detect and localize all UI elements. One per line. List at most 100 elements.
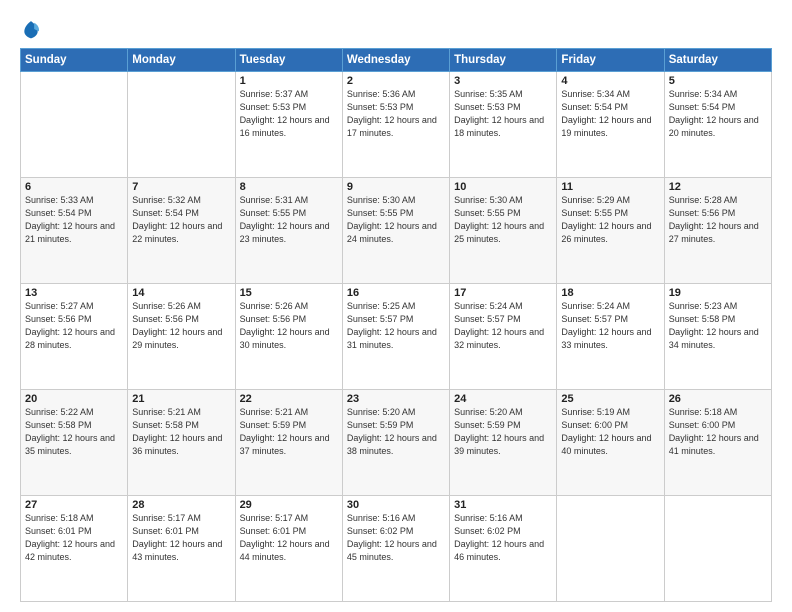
day-info: Sunrise: 5:34 AMSunset: 5:54 PMDaylight:…: [669, 88, 767, 140]
calendar-cell: [664, 496, 771, 602]
calendar-header-row: SundayMondayTuesdayWednesdayThursdayFrid…: [21, 49, 772, 72]
day-info: Sunrise: 5:37 AMSunset: 5:53 PMDaylight:…: [240, 88, 338, 140]
day-info: Sunrise: 5:35 AMSunset: 5:53 PMDaylight:…: [454, 88, 552, 140]
day-info: Sunrise: 5:29 AMSunset: 5:55 PMDaylight:…: [561, 194, 659, 246]
day-number: 6: [25, 181, 123, 193]
calendar-cell: 4Sunrise: 5:34 AMSunset: 5:54 PMDaylight…: [557, 72, 664, 178]
calendar-cell: 6Sunrise: 5:33 AMSunset: 5:54 PMDaylight…: [21, 178, 128, 284]
calendar-cell: 12Sunrise: 5:28 AMSunset: 5:56 PMDayligh…: [664, 178, 771, 284]
day-number: 19: [669, 287, 767, 299]
calendar-cell: 22Sunrise: 5:21 AMSunset: 5:59 PMDayligh…: [235, 390, 342, 496]
calendar-cell: 26Sunrise: 5:18 AMSunset: 6:00 PMDayligh…: [664, 390, 771, 496]
day-info: Sunrise: 5:28 AMSunset: 5:56 PMDaylight:…: [669, 194, 767, 246]
calendar-cell: 17Sunrise: 5:24 AMSunset: 5:57 PMDayligh…: [450, 284, 557, 390]
day-number: 3: [454, 75, 552, 87]
calendar-body: 1Sunrise: 5:37 AMSunset: 5:53 PMDaylight…: [21, 72, 772, 602]
calendar-cell: 23Sunrise: 5:20 AMSunset: 5:59 PMDayligh…: [342, 390, 449, 496]
day-number: 11: [561, 181, 659, 193]
weekday-header-thursday: Thursday: [450, 49, 557, 72]
calendar-cell: 15Sunrise: 5:26 AMSunset: 5:56 PMDayligh…: [235, 284, 342, 390]
weekday-header-sunday: Sunday: [21, 49, 128, 72]
calendar-cell: 1Sunrise: 5:37 AMSunset: 5:53 PMDaylight…: [235, 72, 342, 178]
calendar-cell: 9Sunrise: 5:30 AMSunset: 5:55 PMDaylight…: [342, 178, 449, 284]
day-info: Sunrise: 5:20 AMSunset: 5:59 PMDaylight:…: [454, 406, 552, 458]
logo: [20, 18, 46, 40]
calendar-cell: 28Sunrise: 5:17 AMSunset: 6:01 PMDayligh…: [128, 496, 235, 602]
day-number: 14: [132, 287, 230, 299]
day-number: 31: [454, 499, 552, 511]
day-number: 5: [669, 75, 767, 87]
calendar-cell: 13Sunrise: 5:27 AMSunset: 5:56 PMDayligh…: [21, 284, 128, 390]
day-info: Sunrise: 5:17 AMSunset: 6:01 PMDaylight:…: [132, 512, 230, 564]
calendar-table: SundayMondayTuesdayWednesdayThursdayFrid…: [20, 48, 772, 602]
day-info: Sunrise: 5:21 AMSunset: 5:59 PMDaylight:…: [240, 406, 338, 458]
day-number: 10: [454, 181, 552, 193]
calendar-cell: 25Sunrise: 5:19 AMSunset: 6:00 PMDayligh…: [557, 390, 664, 496]
calendar-week-1: 1Sunrise: 5:37 AMSunset: 5:53 PMDaylight…: [21, 72, 772, 178]
day-number: 1: [240, 75, 338, 87]
calendar-cell: 20Sunrise: 5:22 AMSunset: 5:58 PMDayligh…: [21, 390, 128, 496]
weekday-header-tuesday: Tuesday: [235, 49, 342, 72]
day-info: Sunrise: 5:26 AMSunset: 5:56 PMDaylight:…: [240, 300, 338, 352]
day-info: Sunrise: 5:24 AMSunset: 5:57 PMDaylight:…: [454, 300, 552, 352]
calendar-cell: 16Sunrise: 5:25 AMSunset: 5:57 PMDayligh…: [342, 284, 449, 390]
day-number: 21: [132, 393, 230, 405]
day-number: 26: [669, 393, 767, 405]
calendar-cell: [128, 72, 235, 178]
calendar-cell: 19Sunrise: 5:23 AMSunset: 5:58 PMDayligh…: [664, 284, 771, 390]
weekday-header-wednesday: Wednesday: [342, 49, 449, 72]
day-number: 12: [669, 181, 767, 193]
calendar-cell: 24Sunrise: 5:20 AMSunset: 5:59 PMDayligh…: [450, 390, 557, 496]
calendar-cell: 7Sunrise: 5:32 AMSunset: 5:54 PMDaylight…: [128, 178, 235, 284]
day-number: 28: [132, 499, 230, 511]
day-info: Sunrise: 5:21 AMSunset: 5:58 PMDaylight:…: [132, 406, 230, 458]
calendar-week-5: 27Sunrise: 5:18 AMSunset: 6:01 PMDayligh…: [21, 496, 772, 602]
day-number: 4: [561, 75, 659, 87]
calendar-cell: 14Sunrise: 5:26 AMSunset: 5:56 PMDayligh…: [128, 284, 235, 390]
day-number: 24: [454, 393, 552, 405]
day-info: Sunrise: 5:18 AMSunset: 6:01 PMDaylight:…: [25, 512, 123, 564]
header: [20, 18, 772, 40]
calendar-cell: 8Sunrise: 5:31 AMSunset: 5:55 PMDaylight…: [235, 178, 342, 284]
day-info: Sunrise: 5:18 AMSunset: 6:00 PMDaylight:…: [669, 406, 767, 458]
day-number: 30: [347, 499, 445, 511]
calendar-cell: 5Sunrise: 5:34 AMSunset: 5:54 PMDaylight…: [664, 72, 771, 178]
day-number: 7: [132, 181, 230, 193]
logo-icon: [20, 18, 42, 40]
day-number: 29: [240, 499, 338, 511]
day-info: Sunrise: 5:20 AMSunset: 5:59 PMDaylight:…: [347, 406, 445, 458]
weekday-header-saturday: Saturday: [664, 49, 771, 72]
day-info: Sunrise: 5:36 AMSunset: 5:53 PMDaylight:…: [347, 88, 445, 140]
calendar-cell: 3Sunrise: 5:35 AMSunset: 5:53 PMDaylight…: [450, 72, 557, 178]
calendar-cell: [21, 72, 128, 178]
day-info: Sunrise: 5:30 AMSunset: 5:55 PMDaylight:…: [454, 194, 552, 246]
calendar-cell: 31Sunrise: 5:16 AMSunset: 6:02 PMDayligh…: [450, 496, 557, 602]
day-info: Sunrise: 5:33 AMSunset: 5:54 PMDaylight:…: [25, 194, 123, 246]
day-info: Sunrise: 5:32 AMSunset: 5:54 PMDaylight:…: [132, 194, 230, 246]
calendar-cell: 11Sunrise: 5:29 AMSunset: 5:55 PMDayligh…: [557, 178, 664, 284]
day-info: Sunrise: 5:19 AMSunset: 6:00 PMDaylight:…: [561, 406, 659, 458]
day-info: Sunrise: 5:24 AMSunset: 5:57 PMDaylight:…: [561, 300, 659, 352]
day-info: Sunrise: 5:16 AMSunset: 6:02 PMDaylight:…: [347, 512, 445, 564]
calendar-cell: 10Sunrise: 5:30 AMSunset: 5:55 PMDayligh…: [450, 178, 557, 284]
day-number: 27: [25, 499, 123, 511]
day-number: 13: [25, 287, 123, 299]
day-info: Sunrise: 5:17 AMSunset: 6:01 PMDaylight:…: [240, 512, 338, 564]
day-info: Sunrise: 5:23 AMSunset: 5:58 PMDaylight:…: [669, 300, 767, 352]
day-number: 18: [561, 287, 659, 299]
page: SundayMondayTuesdayWednesdayThursdayFrid…: [0, 0, 792, 612]
calendar-week-4: 20Sunrise: 5:22 AMSunset: 5:58 PMDayligh…: [21, 390, 772, 496]
day-number: 9: [347, 181, 445, 193]
day-number: 25: [561, 393, 659, 405]
calendar-cell: 18Sunrise: 5:24 AMSunset: 5:57 PMDayligh…: [557, 284, 664, 390]
day-info: Sunrise: 5:26 AMSunset: 5:56 PMDaylight:…: [132, 300, 230, 352]
calendar-cell: 2Sunrise: 5:36 AMSunset: 5:53 PMDaylight…: [342, 72, 449, 178]
calendar-cell: [557, 496, 664, 602]
day-number: 22: [240, 393, 338, 405]
calendar-week-3: 13Sunrise: 5:27 AMSunset: 5:56 PMDayligh…: [21, 284, 772, 390]
day-info: Sunrise: 5:30 AMSunset: 5:55 PMDaylight:…: [347, 194, 445, 246]
day-info: Sunrise: 5:25 AMSunset: 5:57 PMDaylight:…: [347, 300, 445, 352]
day-info: Sunrise: 5:16 AMSunset: 6:02 PMDaylight:…: [454, 512, 552, 564]
calendar-cell: 29Sunrise: 5:17 AMSunset: 6:01 PMDayligh…: [235, 496, 342, 602]
day-info: Sunrise: 5:31 AMSunset: 5:55 PMDaylight:…: [240, 194, 338, 246]
